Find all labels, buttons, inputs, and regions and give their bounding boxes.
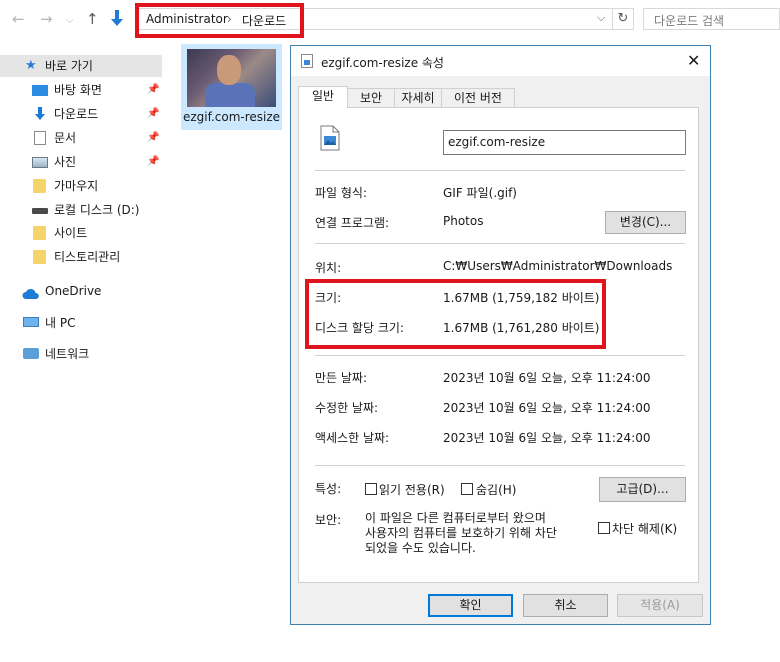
tab-previous-versions[interactable]: 이전 버전 xyxy=(441,88,515,107)
back-arrow-icon[interactable]: ← xyxy=(12,10,25,28)
sidebar-item-label: 사진 xyxy=(54,155,77,169)
open-with-label: 연결 프로그램: xyxy=(315,216,390,230)
document-icon xyxy=(34,131,46,145)
security-message-line: 되었을 수도 있습니다. xyxy=(365,541,476,555)
sidebar-item-this-pc[interactable]: 내 PC xyxy=(0,312,162,334)
location-label: 위치: xyxy=(315,261,342,275)
up-arrow-icon[interactable]: ↑ xyxy=(86,10,99,28)
pin-icon[interactable]: 📌 xyxy=(147,151,159,173)
sidebar-item-label: 로컬 디스크 (D:) xyxy=(54,203,140,217)
divider xyxy=(315,243,685,244)
size-highlight-box xyxy=(305,279,606,349)
sidebar-item-documents[interactable]: 문서 📌 xyxy=(0,127,162,149)
sidebar-item-local-disk-d[interactable]: 로컬 디스크 (D:) xyxy=(0,199,162,221)
security-message-line: 이 파일은 다른 컴퓨터로부터 왔으며 xyxy=(365,511,546,525)
sidebar-item-label: OneDrive xyxy=(45,284,102,298)
cloud-icon xyxy=(22,285,40,307)
pc-icon xyxy=(23,317,39,327)
tab-general[interactable]: 일반 xyxy=(298,86,348,108)
cancel-button[interactable]: 취소 xyxy=(523,594,608,617)
folder-icon xyxy=(33,226,46,240)
created-value: 2023년 10월 6일 오늘, 오후 11:24:00 xyxy=(443,371,651,385)
advanced-button[interactable]: 고급(D)... xyxy=(599,477,686,502)
unblock-label[interactable]: 차단 해제(K) xyxy=(612,520,677,537)
hidden-label[interactable]: 숨김(H) xyxy=(476,481,516,498)
sidebar-item-label: 바탕 화면 xyxy=(54,83,102,97)
filename-input[interactable]: ezgif.com-resize xyxy=(443,130,686,155)
readonly-label[interactable]: 읽기 전용(R) xyxy=(379,481,445,498)
search-input[interactable]: 다운로드 검색 xyxy=(643,8,780,30)
sidebar-item-tistory[interactable]: 티스토리관리 xyxy=(0,246,162,268)
address-highlight-box xyxy=(135,3,304,38)
divider xyxy=(315,170,685,171)
attributes-label: 특성: xyxy=(315,482,342,496)
sidebar-item-downloads[interactable]: 다운로드 📌 xyxy=(0,103,162,125)
sidebar-item-gamauji[interactable]: 가마우지 xyxy=(0,175,162,197)
address-dropdown-icon[interactable]: ⌵ xyxy=(597,11,605,25)
sidebar-item-label: 티스토리관리 xyxy=(54,250,121,264)
divider xyxy=(315,355,685,356)
modified-label: 수정한 날짜: xyxy=(315,401,379,415)
desktop-icon xyxy=(32,85,48,96)
file-icon xyxy=(301,54,313,68)
unblock-checkbox[interactable] xyxy=(598,522,610,534)
sidebar-item-label: 가마우지 xyxy=(54,179,99,193)
search-placeholder: 다운로드 검색 xyxy=(654,14,725,28)
filename-value: ezgif.com-resize xyxy=(448,135,546,149)
accessed-label: 액세스한 날짜: xyxy=(315,431,390,445)
pin-icon[interactable]: 📌 xyxy=(147,103,159,125)
tab-security[interactable]: 보안 xyxy=(347,88,395,107)
recent-chevron-icon[interactable]: ⌵ xyxy=(66,12,74,30)
drive-icon xyxy=(32,208,48,214)
created-label: 만든 날짜: xyxy=(315,371,368,385)
open-with-value: Photos xyxy=(443,214,484,228)
sidebar-item-label: 바로 가기 xyxy=(45,59,93,73)
pin-icon[interactable]: 📌 xyxy=(147,127,159,149)
file-name-label: ezgif.com-resize xyxy=(182,110,281,124)
tab-details[interactable]: 자세히 xyxy=(394,88,442,107)
sidebar-item-label: 네트워크 xyxy=(45,347,90,361)
change-button[interactable]: 변경(C)... xyxy=(605,211,686,234)
pictures-icon xyxy=(32,157,48,168)
sidebar-item-network[interactable]: 네트워크 xyxy=(0,343,162,365)
folder-icon xyxy=(33,179,46,193)
download-location-icon xyxy=(108,9,126,29)
sidebar-item-site[interactable]: 사이트 xyxy=(0,222,162,244)
accessed-value: 2023년 10월 6일 오늘, 오후 11:24:00 xyxy=(443,431,651,445)
sidebar-item-onedrive[interactable]: OneDrive xyxy=(0,280,162,302)
sidebar-item-label: 내 PC xyxy=(45,316,76,330)
sidebar-item-pictures[interactable]: 사진 📌 xyxy=(0,151,162,173)
network-icon xyxy=(23,348,39,359)
hidden-checkbox[interactable] xyxy=(461,483,473,495)
file-type-value: GIF 파일(.gif) xyxy=(443,186,517,200)
sidebar-item-quick-access[interactable]: ★ 바로 가기 xyxy=(0,55,162,77)
security-message-line: 사용자의 컴퓨터를 보호하기 위해 차단 xyxy=(365,526,557,540)
close-icon[interactable]: ✕ xyxy=(687,51,700,70)
refresh-icon[interactable]: ↻ xyxy=(612,9,633,29)
pin-icon[interactable]: 📌 xyxy=(147,79,159,101)
star-icon: ★ xyxy=(25,58,37,73)
file-thumbnail xyxy=(187,49,276,107)
sidebar-item-desktop[interactable]: 바탕 화면 📌 xyxy=(0,79,162,101)
dialog-title: ezgif.com-resize 속성 xyxy=(321,56,444,70)
readonly-checkbox[interactable] xyxy=(365,483,377,495)
ok-button[interactable]: 확인 xyxy=(428,594,513,617)
forward-arrow-icon[interactable]: → xyxy=(40,10,53,28)
file-type-label: 파일 형식: xyxy=(315,186,368,200)
divider xyxy=(315,465,685,466)
sidebar-item-label: 사이트 xyxy=(54,226,88,240)
gif-file-icon xyxy=(320,125,340,151)
file-item[interactable]: ezgif.com-resize xyxy=(181,44,282,130)
security-label: 보안: xyxy=(315,513,342,527)
sidebar-item-label: 다운로드 xyxy=(54,107,99,121)
download-arrow-icon xyxy=(32,106,48,129)
location-value: C:₩Users₩Administrator₩Downloads xyxy=(443,259,673,273)
apply-button[interactable]: 적용(A) xyxy=(617,594,703,617)
dialog-titlebar[interactable]: ezgif.com-resize 속성 ✕ xyxy=(291,46,710,76)
security-message: 이 파일은 다른 컴퓨터로부터 왔으며 사용자의 컴퓨터를 보호하기 위해 차단… xyxy=(365,511,557,556)
modified-value: 2023년 10월 6일 오늘, 오후 11:24:00 xyxy=(443,401,651,415)
folder-icon xyxy=(33,250,46,264)
sidebar-item-label: 문서 xyxy=(54,131,77,145)
